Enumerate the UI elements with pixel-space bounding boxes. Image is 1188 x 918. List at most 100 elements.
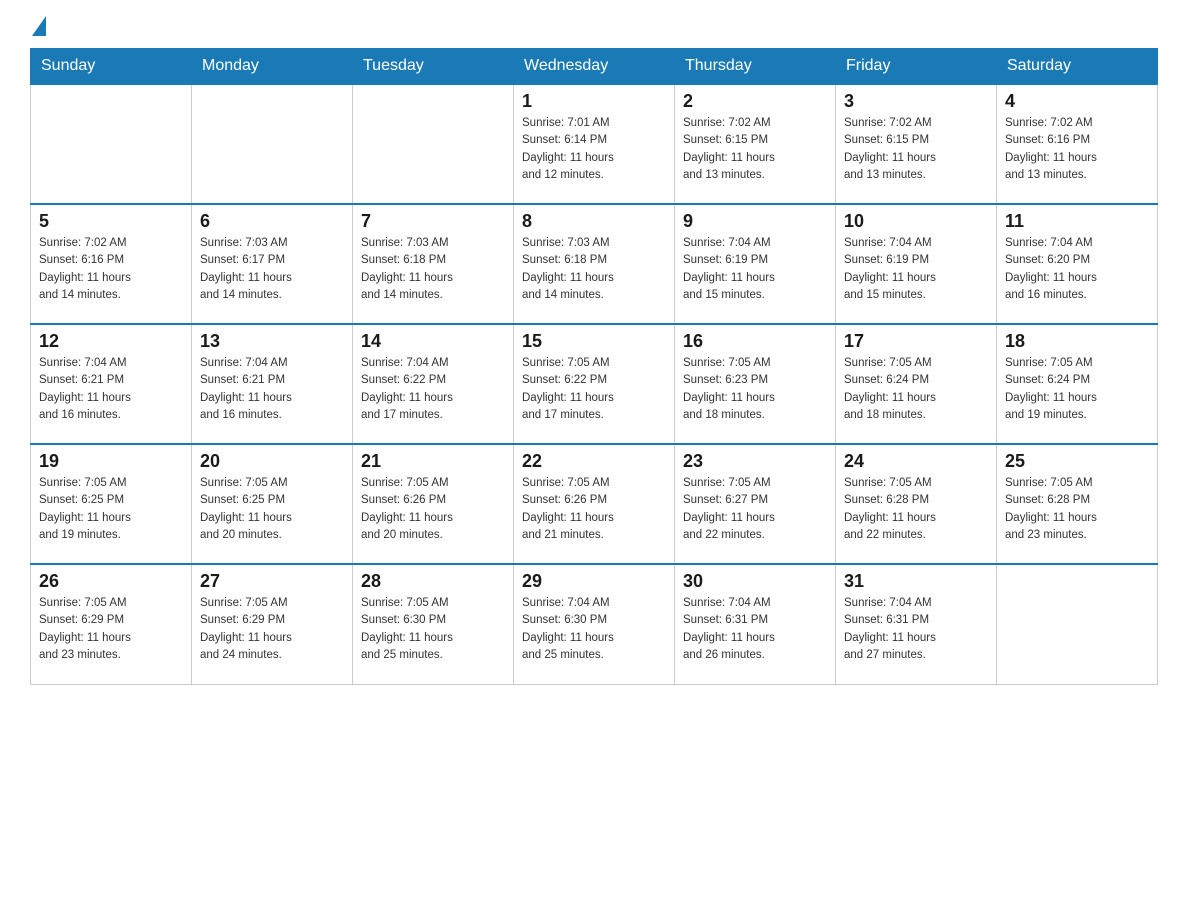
day-info-15: Sunrise: 7:05 AMSunset: 6:22 PMDaylight:… <box>522 355 666 424</box>
cell-w5-d1: 26Sunrise: 7:05 AMSunset: 6:29 PMDayligh… <box>31 564 192 684</box>
day-info-4: Sunrise: 7:02 AMSunset: 6:16 PMDaylight:… <box>1005 115 1149 184</box>
day-info-14: Sunrise: 7:04 AMSunset: 6:22 PMDaylight:… <box>361 355 505 424</box>
day-info-17: Sunrise: 7:05 AMSunset: 6:24 PMDaylight:… <box>844 355 988 424</box>
day-number-11: 11 <box>1005 211 1149 232</box>
day-number-19: 19 <box>39 451 183 472</box>
cell-w5-d3: 28 Sunrise: 7:05 AMSunset: 6:30 PMDayligh… <box>353 564 514 684</box>
day-number-5: 5 <box>39 211 183 232</box>
cell-w3-d3: 14 Sunrise: 7:04 AMSunset: 6:22 PMDayligh… <box>353 324 514 444</box>
day-number-30: 30 <box>683 571 827 592</box>
cell-w3-d1: 12Sunrise: 7:04 AMSunset: 6:21 PMDayligh… <box>31 324 192 444</box>
cell-w5-d5: 30 Sunrise: 7:04 AMSunset: 6:31 PMDayligh… <box>675 564 836 684</box>
day-info-13: Sunrise: 7:04 AMSunset: 6:21 PMDaylight:… <box>200 355 344 424</box>
day-info-7: Sunrise: 7:03 AMSunset: 6:18 PMDaylight:… <box>361 235 505 304</box>
day-number-15: 15 <box>522 331 666 352</box>
cell-w4-d4: 22Sunrise: 7:05 AMSunset: 6:26 PMDayligh… <box>514 444 675 564</box>
cell-w1-d3 <box>353 84 514 204</box>
day-number-2: 2 <box>683 91 827 112</box>
cell-w3-d2: 13 Sunrise: 7:04 AMSunset: 6:21 PMDayligh… <box>192 324 353 444</box>
cell-w2-d2: 6 Sunrise: 7:03 AMSunset: 6:17 PMDaylight… <box>192 204 353 324</box>
day-info-11: Sunrise: 7:04 AMSunset: 6:20 PMDaylight:… <box>1005 235 1149 304</box>
cell-w1-d6: 3 Sunrise: 7:02 AMSunset: 6:15 PMDaylight… <box>836 84 997 204</box>
cell-w4-d1: 19 Sunrise: 7:05 AMSunset: 6:25 PMDayligh… <box>31 444 192 564</box>
day-info-18: Sunrise: 7:05 AMSunset: 6:24 PMDaylight:… <box>1005 355 1149 424</box>
day-info-2: Sunrise: 7:02 AMSunset: 6:15 PMDaylight:… <box>683 115 827 184</box>
day-number-10: 10 <box>844 211 988 232</box>
day-info-27: Sunrise: 7:05 AMSunset: 6:29 PMDaylight:… <box>200 595 344 664</box>
cell-w2-d6: 10 Sunrise: 7:04 AMSunset: 6:19 PMDayligh… <box>836 204 997 324</box>
cell-w4-d3: 21 Sunrise: 7:05 AMSunset: 6:26 PMDayligh… <box>353 444 514 564</box>
header-friday: Friday <box>836 49 997 85</box>
cell-w3-d5: 16 Sunrise: 7:05 AMSunset: 6:23 PMDayligh… <box>675 324 836 444</box>
header-thursday: Thursday <box>675 49 836 85</box>
day-info-6: Sunrise: 7:03 AMSunset: 6:17 PMDaylight:… <box>200 235 344 304</box>
week-row-5: 26Sunrise: 7:05 AMSunset: 6:29 PMDayligh… <box>31 564 1158 684</box>
cell-w1-d7: 4 Sunrise: 7:02 AMSunset: 6:16 PMDaylight… <box>997 84 1158 204</box>
cell-w3-d7: 18Sunrise: 7:05 AMSunset: 6:24 PMDayligh… <box>997 324 1158 444</box>
day-number-3: 3 <box>844 91 988 112</box>
day-info-8: Sunrise: 7:03 AMSunset: 6:18 PMDaylight:… <box>522 235 666 304</box>
day-number-9: 9 <box>683 211 827 232</box>
day-info-22: Sunrise: 7:05 AMSunset: 6:26 PMDaylight:… <box>522 475 666 544</box>
day-info-30: Sunrise: 7:04 AMSunset: 6:31 PMDaylight:… <box>683 595 827 664</box>
day-info-24: Sunrise: 7:05 AMSunset: 6:28 PMDaylight:… <box>844 475 988 544</box>
cell-w4-d6: 24 Sunrise: 7:05 AMSunset: 6:28 PMDayligh… <box>836 444 997 564</box>
header-wednesday: Wednesday <box>514 49 675 85</box>
day-info-3: Sunrise: 7:02 AMSunset: 6:15 PMDaylight:… <box>844 115 988 184</box>
day-number-7: 7 <box>361 211 505 232</box>
cell-w5-d2: 27 Sunrise: 7:05 AMSunset: 6:29 PMDayligh… <box>192 564 353 684</box>
day-info-23: Sunrise: 7:05 AMSunset: 6:27 PMDaylight:… <box>683 475 827 544</box>
day-number-4: 4 <box>1005 91 1149 112</box>
day-number-20: 20 <box>200 451 344 472</box>
day-info-29: Sunrise: 7:04 AMSunset: 6:30 PMDaylight:… <box>522 595 666 664</box>
day-info-19: Sunrise: 7:05 AMSunset: 6:25 PMDaylight:… <box>39 475 183 544</box>
week-row-1: 1Sunrise: 7:01 AMSunset: 6:14 PMDaylight… <box>31 84 1158 204</box>
cell-w4-d5: 23 Sunrise: 7:05 AMSunset: 6:27 PMDayligh… <box>675 444 836 564</box>
day-number-13: 13 <box>200 331 344 352</box>
cell-w1-d1 <box>31 84 192 204</box>
cell-w2-d1: 5 Sunrise: 7:02 AMSunset: 6:16 PMDaylight… <box>31 204 192 324</box>
day-number-14: 14 <box>361 331 505 352</box>
header-tuesday: Tuesday <box>353 49 514 85</box>
header-row: Sunday Monday Tuesday Wednesday Thursday… <box>31 49 1158 85</box>
day-info-26: Sunrise: 7:05 AMSunset: 6:29 PMDaylight:… <box>39 595 183 664</box>
cell-w2-d3: 7 Sunrise: 7:03 AMSunset: 6:18 PMDaylight… <box>353 204 514 324</box>
cell-w1-d4: 1Sunrise: 7:01 AMSunset: 6:14 PMDaylight… <box>514 84 675 204</box>
day-info-5: Sunrise: 7:02 AMSunset: 6:16 PMDaylight:… <box>39 235 183 304</box>
day-number-6: 6 <box>200 211 344 232</box>
cell-w2-d5: 9Sunrise: 7:04 AMSunset: 6:19 PMDaylight… <box>675 204 836 324</box>
day-info-10: Sunrise: 7:04 AMSunset: 6:19 PMDaylight:… <box>844 235 988 304</box>
day-number-28: 28 <box>361 571 505 592</box>
day-number-24: 24 <box>844 451 988 472</box>
cell-w5-d7 <box>997 564 1158 684</box>
week-row-4: 19 Sunrise: 7:05 AMSunset: 6:25 PMDayligh… <box>31 444 1158 564</box>
day-info-28: Sunrise: 7:05 AMSunset: 6:30 PMDaylight:… <box>361 595 505 664</box>
cell-w2-d4: 8 Sunrise: 7:03 AMSunset: 6:18 PMDaylight… <box>514 204 675 324</box>
day-info-21: Sunrise: 7:05 AMSunset: 6:26 PMDaylight:… <box>361 475 505 544</box>
day-number-27: 27 <box>200 571 344 592</box>
day-number-8: 8 <box>522 211 666 232</box>
day-info-12: Sunrise: 7:04 AMSunset: 6:21 PMDaylight:… <box>39 355 183 424</box>
header-sunday: Sunday <box>31 49 192 85</box>
day-number-25: 25 <box>1005 451 1149 472</box>
cell-w1-d2 <box>192 84 353 204</box>
week-row-2: 5 Sunrise: 7:02 AMSunset: 6:16 PMDaylight… <box>31 204 1158 324</box>
day-info-20: Sunrise: 7:05 AMSunset: 6:25 PMDaylight:… <box>200 475 344 544</box>
logo-triangle-icon <box>32 16 46 36</box>
day-number-17: 17 <box>844 331 988 352</box>
logo <box>30 20 46 32</box>
day-info-16: Sunrise: 7:05 AMSunset: 6:23 PMDaylight:… <box>683 355 827 424</box>
cell-w4-d2: 20 Sunrise: 7:05 AMSunset: 6:25 PMDayligh… <box>192 444 353 564</box>
day-info-31: Sunrise: 7:04 AMSunset: 6:31 PMDaylight:… <box>844 595 988 664</box>
day-number-21: 21 <box>361 451 505 472</box>
day-number-16: 16 <box>683 331 827 352</box>
cell-w3-d4: 15 Sunrise: 7:05 AMSunset: 6:22 PMDayligh… <box>514 324 675 444</box>
day-number-23: 23 <box>683 451 827 472</box>
day-number-1: 1 <box>522 91 666 112</box>
cell-w3-d6: 17 Sunrise: 7:05 AMSunset: 6:24 PMDayligh… <box>836 324 997 444</box>
header-saturday: Saturday <box>997 49 1158 85</box>
day-number-31: 31 <box>844 571 988 592</box>
week-row-3: 12Sunrise: 7:04 AMSunset: 6:21 PMDayligh… <box>31 324 1158 444</box>
cell-w5-d6: 31 Sunrise: 7:04 AMSunset: 6:31 PMDayligh… <box>836 564 997 684</box>
page-header <box>30 20 1158 32</box>
